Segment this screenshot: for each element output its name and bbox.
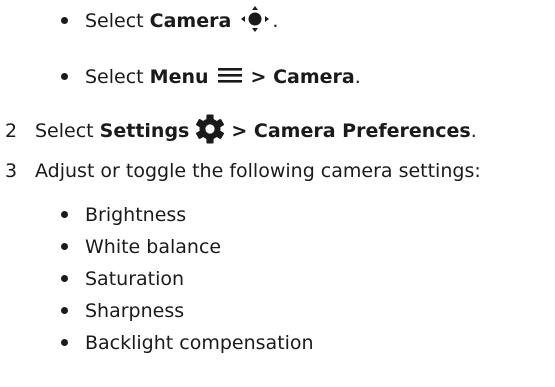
list-bullet [61,243,68,250]
settings-path: > Camera Preferences [231,120,471,142]
period: . [354,66,361,88]
list-bullet [61,17,68,24]
hamburger-menu-icon [217,65,242,90]
setting-sharpness: Sharpness [85,300,185,322]
step-2: Select Settings > Camera Preferences. [35,114,477,145]
menu-path: > Camera [250,66,355,88]
list-bullet [61,275,68,282]
step-3-text: Adjust or toggle the following camera se… [35,160,481,182]
step-number: 3 [5,160,18,182]
setting-white-balance: White balance [85,236,222,258]
select-prefix: Select [85,66,144,88]
gear-icon [195,114,225,149]
period: . [272,10,279,32]
list-bullet [61,211,68,218]
select-prefix: Select [35,120,94,142]
setting-brightness: Brightness [85,204,187,226]
option-menu: Select Menu > Camera. [85,63,361,91]
list-bullet [61,73,68,80]
list-item: Backlight compensation [85,329,314,357]
list-item: Brightness [85,201,186,229]
menu-label: Menu [149,66,209,88]
setting-saturation: Saturation [85,268,185,290]
list-bullet [61,307,68,314]
list-item: Saturation [85,265,184,293]
option-camera: Select Camera . [85,5,279,38]
camera-label: Camera [149,10,232,32]
list-item: Sharpness [85,297,184,325]
list-item: White balance [85,233,221,261]
list-bullet [61,339,68,346]
period: . [470,120,477,142]
setting-backlight-compensation: Backlight compensation [85,332,314,354]
step-3: Adjust or toggle the following camera se… [35,157,481,185]
step-number: 2 [5,120,18,142]
select-prefix: Select [85,10,144,32]
camera-nav-icon [240,5,270,38]
settings-label: Settings [99,120,190,142]
